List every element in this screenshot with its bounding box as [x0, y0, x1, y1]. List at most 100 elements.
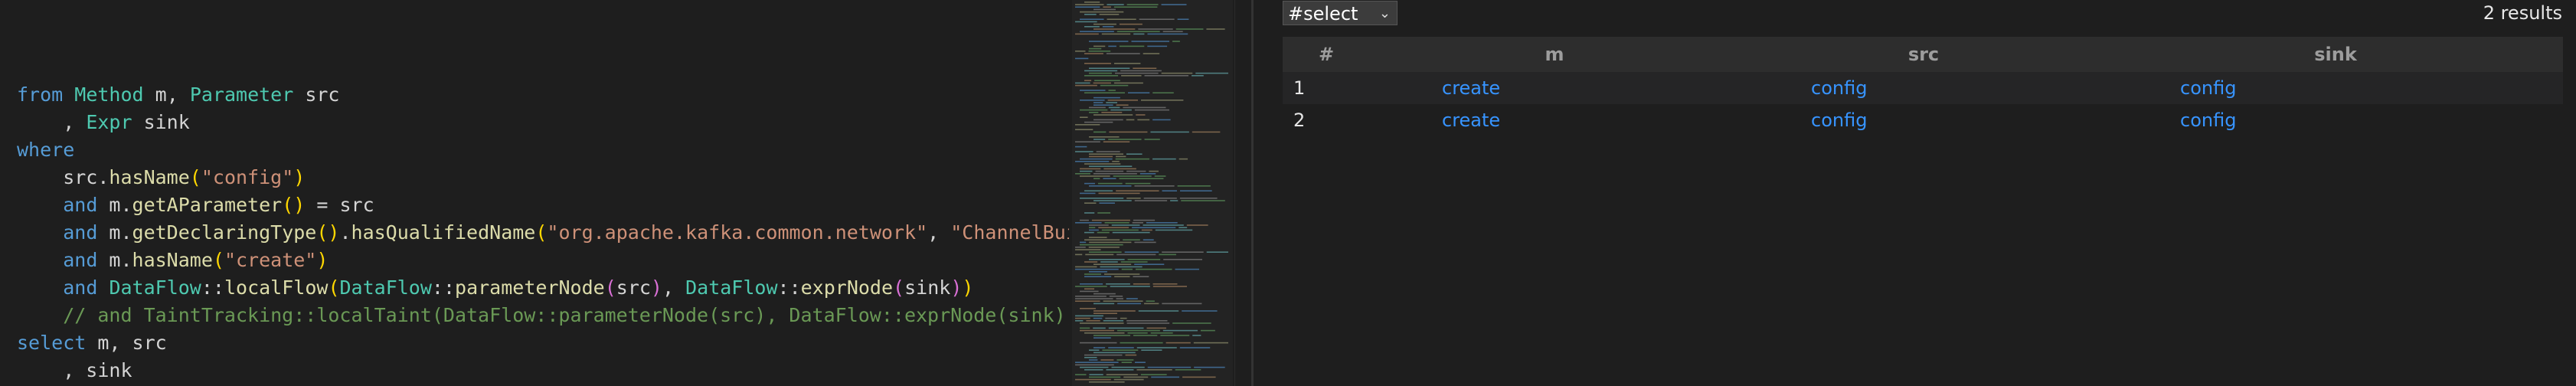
result-link-m[interactable]: create: [1442, 110, 1500, 131]
result-set-select[interactable]: #select ⌄: [1283, 1, 1398, 25]
result-link-sink[interactable]: config: [2180, 110, 2236, 131]
minimap-stroke: [1075, 320, 1084, 322]
result-link-sink[interactable]: config: [2180, 77, 2236, 99]
minimap-stroke: [1103, 178, 1116, 179]
minimap-stroke: [1116, 155, 1126, 158]
minimap-stroke: [1149, 170, 1159, 172]
code-line: src.hasName("config"): [17, 166, 306, 188]
minimap-stroke: [1100, 261, 1118, 263]
minimap-stroke: [1138, 28, 1173, 30]
minimap-stroke: [1152, 119, 1171, 121]
code-editor[interactable]: from Method m, Parameter src , Expr sink…: [0, 0, 1069, 386]
minimap-stroke: [1133, 67, 1157, 69]
minimap-stroke: [1107, 18, 1136, 20]
minimap-stroke: [1161, 4, 1187, 5]
column-header-sink[interactable]: sink: [2108, 37, 2563, 72]
minimap-stroke: [1093, 8, 1116, 11]
minimap-stroke: [1108, 347, 1134, 348]
minimap-stroke: [1134, 200, 1168, 201]
result-link-src[interactable]: config: [1811, 77, 1867, 99]
minimap-stroke: [1101, 229, 1139, 231]
minimap-stroke: [1099, 14, 1120, 15]
editor-scrollbar[interactable]: [1234, 0, 1252, 386]
minimap-stroke: [1144, 303, 1159, 305]
minimap-stroke: [1075, 151, 1093, 152]
minimap-stroke: [1093, 23, 1116, 25]
minimap-stroke: [1093, 327, 1106, 329]
minimap-stroke: [1107, 4, 1124, 5]
minimap-stroke: [1084, 239, 1120, 240]
column-header-src[interactable]: src: [1739, 37, 2108, 72]
minimap[interactable]: [1072, 0, 1233, 386]
minimap-stroke: [1186, 224, 1208, 226]
minimap-stroke: [1152, 283, 1178, 285]
column-header-m[interactable]: m: [1370, 37, 1739, 72]
minimap-stroke: [1093, 131, 1107, 133]
minimap-stroke: [1080, 283, 1103, 285]
minimap-stroke: [1143, 224, 1184, 226]
minimap-stroke: [1075, 4, 1104, 5]
minimap-stroke: [1162, 329, 1198, 332]
minimap-stroke: [1080, 90, 1106, 91]
minimap-stroke: [1120, 70, 1162, 72]
minimap-stroke: [1099, 202, 1115, 204]
minimap-stroke: [1093, 82, 1111, 84]
minimap-stroke: [1084, 163, 1121, 165]
code-line: and m.hasName("create"): [63, 249, 329, 271]
minimap-stroke: [1075, 173, 1090, 175]
minimap-stroke: [1126, 153, 1143, 155]
minimap-stroke: [1108, 106, 1120, 109]
minimap-stroke: [1113, 82, 1143, 84]
minimap-stroke: [1147, 33, 1188, 35]
minimap-stroke: [1124, 251, 1159, 253]
minimap-stroke: [1084, 26, 1100, 28]
minimap-stroke: [1089, 112, 1099, 113]
minimap-stroke: [1075, 378, 1111, 381]
minimap-stroke: [1175, 28, 1204, 30]
minimap-stroke: [1080, 11, 1124, 13]
minimap-stroke: [1113, 63, 1141, 64]
minimap-stroke: [1181, 200, 1225, 201]
minimap-stroke: [1206, 251, 1228, 253]
minimap-stroke: [1161, 72, 1193, 74]
minimap-stroke: [1192, 335, 1201, 336]
minimap-stroke: [1143, 53, 1160, 54]
result-link-src[interactable]: config: [1811, 110, 1867, 131]
minimap-stroke: [1089, 155, 1113, 158]
minimap-stroke: [1134, 263, 1165, 265]
column-header-index[interactable]: #: [1283, 37, 1370, 72]
minimap-stroke: [1117, 303, 1142, 305]
minimap-stroke: [1093, 178, 1100, 179]
minimap-stroke: [1112, 231, 1150, 234]
result-link-m[interactable]: create: [1442, 77, 1500, 99]
minimap-stroke: [1093, 347, 1106, 348]
minimap-stroke: [1080, 322, 1124, 324]
minimap-stroke: [1093, 337, 1111, 339]
row-index: 1: [1283, 72, 1370, 104]
minimap-stroke: [1084, 276, 1112, 277]
minimap-stroke: [1089, 229, 1099, 231]
minimap-stroke: [1139, 18, 1175, 20]
minimap-stroke: [1136, 369, 1172, 371]
minimap-stroke: [1141, 349, 1162, 351]
minimap-stroke: [1084, 63, 1111, 64]
minimap-stroke: [1152, 158, 1176, 160]
minimap-stroke: [1080, 175, 1110, 177]
minimap-stroke: [1108, 45, 1116, 47]
minimap-stroke: [1084, 92, 1126, 93]
minimap-stroke: [1126, 298, 1138, 299]
minimap-stroke: [1138, 310, 1179, 312]
minimap-stroke: [1075, 21, 1097, 23]
minimap-stroke: [1098, 227, 1129, 228]
minimap-stroke: [1089, 359, 1098, 361]
minimap-stroke: [1075, 317, 1090, 319]
minimap-stroke: [1093, 139, 1106, 140]
minimap-stroke: [1119, 23, 1143, 25]
query-code[interactable]: from Method m, Parameter src , Expr sink…: [17, 81, 1069, 384]
minimap-stroke: [1080, 168, 1101, 170]
minimap-stroke: [1084, 212, 1095, 214]
minimap-stroke: [1093, 96, 1120, 99]
minimap-stroke: [1112, 161, 1120, 162]
minimap-stroke: [1093, 303, 1115, 305]
minimap-stroke: [1108, 139, 1142, 140]
